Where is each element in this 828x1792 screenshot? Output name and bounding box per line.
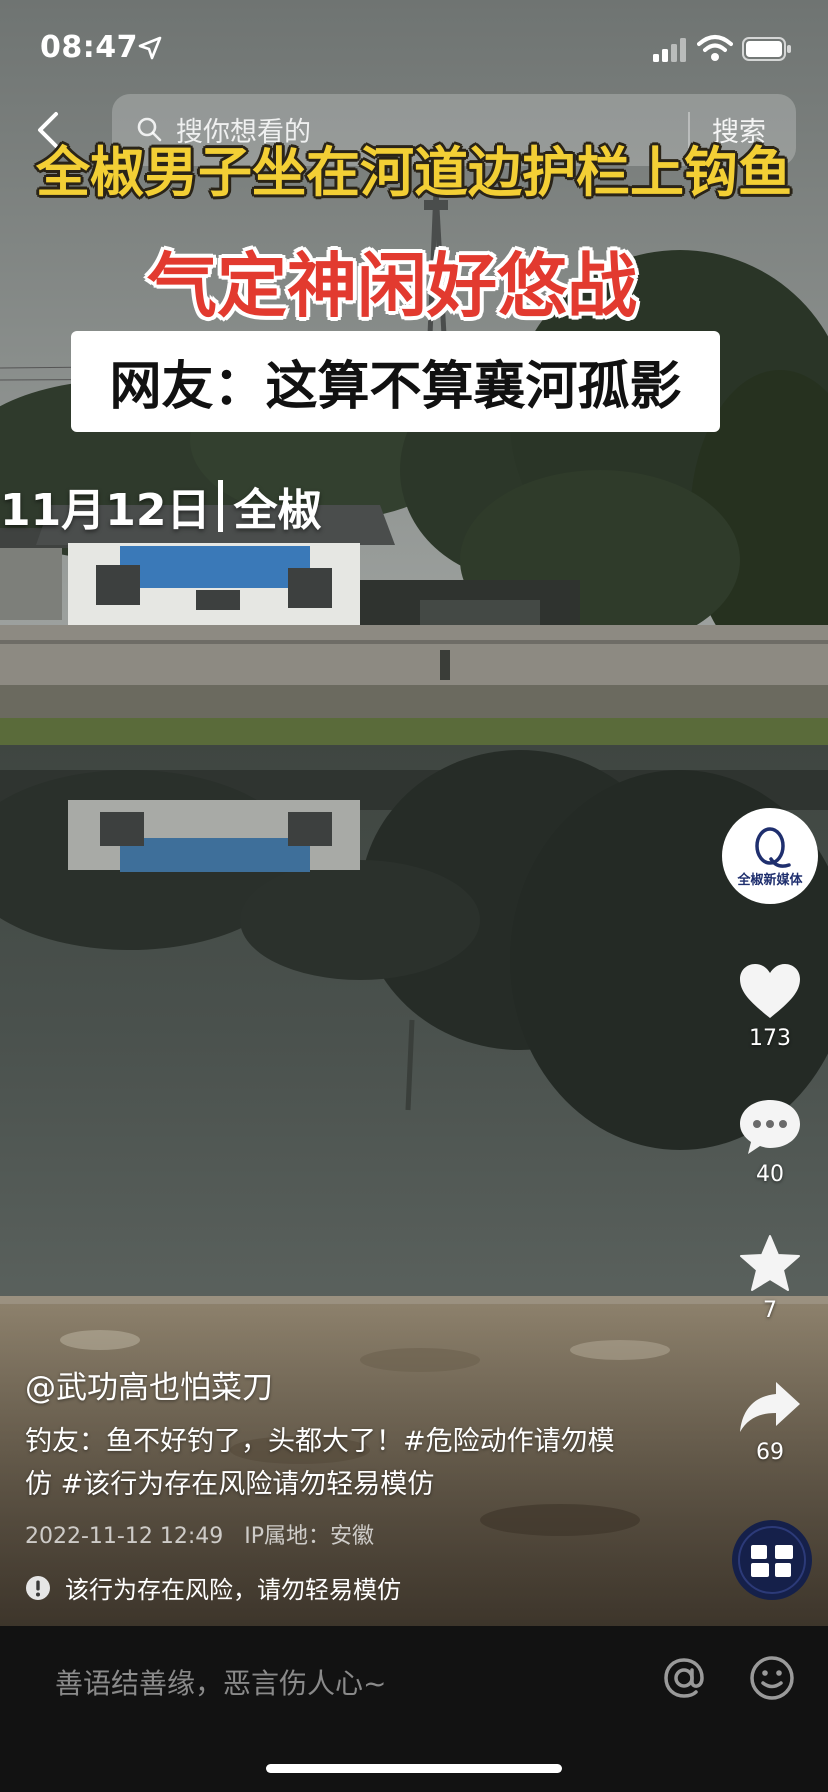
risk-warning-text: 该行为存在风险，请勿轻易模仿 [65,1576,401,1604]
status-time: 08:47 [40,30,138,65]
warning-icon [26,1575,50,1600]
at-icon[interactable] [660,1654,708,1702]
date-separator [218,480,224,532]
brand-logo-icon [755,826,791,868]
heart-icon [740,964,800,1018]
video-caption-comment: 网友：这算不算襄河孤影 [109,357,682,417]
post-timestamp: 2022-11-12 12:49 [25,1524,224,1549]
avatar-label: 全椒新媒体 [737,872,803,888]
comment-input[interactable]: 善语结善缘，恶言伤人心~ [55,1662,386,1702]
author-name[interactable]: @武功高也怕菜刀 [25,1362,273,1407]
share-count: 69 [756,1440,784,1465]
comment-count: 40 [756,1162,784,1187]
video-caption-title: 全椒男子坐在河道边护栏上钩鱼 [36,141,792,204]
signal-icon [653,38,686,62]
like-count: 173 [749,1026,791,1051]
home-indicator[interactable] [266,1764,562,1773]
video-date: 11月12日 [0,485,211,536]
favorite-count: 7 [763,1298,777,1323]
author-avatar[interactable]: 全椒新媒体 [722,808,818,904]
wifi-icon [697,35,733,61]
comment-button[interactable]: 40 [730,1098,810,1187]
video-location: 全椒 [233,485,322,536]
star-icon [740,1235,800,1291]
video-caption-subtitle: 气定神闲好悠战 [147,245,637,327]
emoji-icon[interactable] [748,1654,796,1702]
share-button[interactable]: 69 [730,1380,810,1465]
comment-icon [740,1100,800,1154]
share-icon [740,1382,800,1432]
risk-warning: 该行为存在风险，请勿轻易模仿 [25,1570,401,1605]
post-ip-location: IP属地：安徽 [244,1524,375,1549]
favorite-button[interactable]: 7 [730,1234,810,1323]
video-caption-box: 网友：这算不算襄河孤影 [71,331,720,432]
post-description: 钓友：鱼不好钓了，头都大了！#危险动作请勿模仿 #该行为存在风险请勿轻易模仿 [25,1426,615,1500]
battery-icon [742,37,791,61]
like-button[interactable]: 173 [730,962,810,1051]
location-arrow-icon [138,36,162,60]
video-date-location: 11月12日 全椒 [0,474,321,538]
post-meta: 2022-11-12 12:49 IP属地：安徽 [25,1518,374,1550]
watermark-logo [732,1520,812,1600]
